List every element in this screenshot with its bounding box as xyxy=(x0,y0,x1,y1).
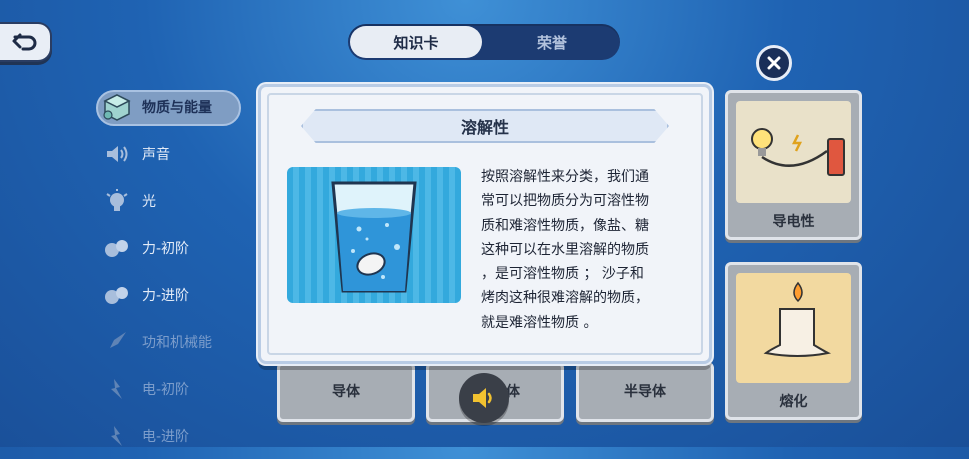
melting-candle-icon xyxy=(736,273,851,383)
rocket-icon xyxy=(102,328,132,356)
sidebar-item-work-energy[interactable]: 功和机械能 xyxy=(96,318,246,365)
tab-knowledge-cards[interactable]: 知识卡 xyxy=(350,26,482,58)
modal-title: 溶解性 xyxy=(301,109,669,143)
back-button[interactable] xyxy=(0,22,52,62)
back-arrow-icon xyxy=(12,33,37,51)
knowledge-card-modal: 溶解性 按照溶解性来分类，我们通 常可以把物质分为可溶性物 质和难溶性物质，像盐… xyxy=(258,84,712,364)
card-semiconductor[interactable]: 半导体 xyxy=(576,362,714,422)
speaker-icon xyxy=(473,388,492,408)
force-icon xyxy=(102,281,132,309)
modal-description: 按照溶解性来分类，我们通 常可以把物质分为可溶性物 质和难溶性物质，像盐、糖 这… xyxy=(481,169,649,331)
card-label: 导体 xyxy=(332,384,360,400)
light-bulb-icon xyxy=(102,187,132,215)
sidebar-item-force-basic[interactable]: 力-初阶 xyxy=(96,224,246,271)
sidebar-item-matter-energy[interactable]: 物质与能量 xyxy=(96,84,246,130)
card-label: 导电性 xyxy=(772,214,815,230)
card-melting[interactable]: 熔化 xyxy=(725,262,862,420)
sidebar-item-label: 物质与能量 xyxy=(142,100,212,116)
sidebar-item-force-advanced[interactable]: 力-进阶 xyxy=(96,271,246,318)
force-icon xyxy=(102,234,132,262)
sidebar-item-label: 光 xyxy=(142,193,156,210)
lightning-icon xyxy=(102,422,132,450)
card-conductivity[interactable]: 导电性 xyxy=(725,90,862,240)
sidebar-item-label: 功和机械能 xyxy=(142,334,212,351)
card-conductor[interactable]: 导体 xyxy=(277,362,415,422)
speaker-icon xyxy=(102,140,132,168)
glass-of-water-with-tablet-icon xyxy=(287,167,461,303)
cube-icon xyxy=(102,93,132,121)
card-label: 半导体 xyxy=(624,384,666,400)
sidebar-item-label: 电-初阶 xyxy=(142,381,190,398)
sidebar-item-electricity-advanced[interactable]: 电-进阶 xyxy=(96,412,246,459)
close-icon xyxy=(767,56,781,70)
sidebar-item-label: 声音 xyxy=(142,146,170,163)
sidebar-item-label: 电-进阶 xyxy=(142,428,190,445)
sidebar-item-label: 力-初阶 xyxy=(142,240,190,257)
sidebar-item-electricity-basic[interactable]: 电-初阶 xyxy=(96,365,246,412)
lightning-icon xyxy=(102,375,132,403)
sidebar-item-light[interactable]: 光 xyxy=(96,177,246,224)
tab-bar: 知识卡 荣誉 xyxy=(348,24,620,60)
category-sidebar: 物质与能量 声音 光 力-初阶 力-进阶 功和机械能 电-初阶 电-进阶 xyxy=(96,84,246,459)
tab-honors[interactable]: 荣誉 xyxy=(486,26,618,58)
close-button[interactable] xyxy=(756,45,792,81)
sidebar-item-sound[interactable]: 声音 xyxy=(96,130,246,177)
play-audio-button[interactable] xyxy=(459,373,509,423)
circuit-icon xyxy=(736,101,851,203)
card-label: 熔化 xyxy=(779,394,808,410)
sidebar-item-label: 力-进阶 xyxy=(142,287,190,304)
